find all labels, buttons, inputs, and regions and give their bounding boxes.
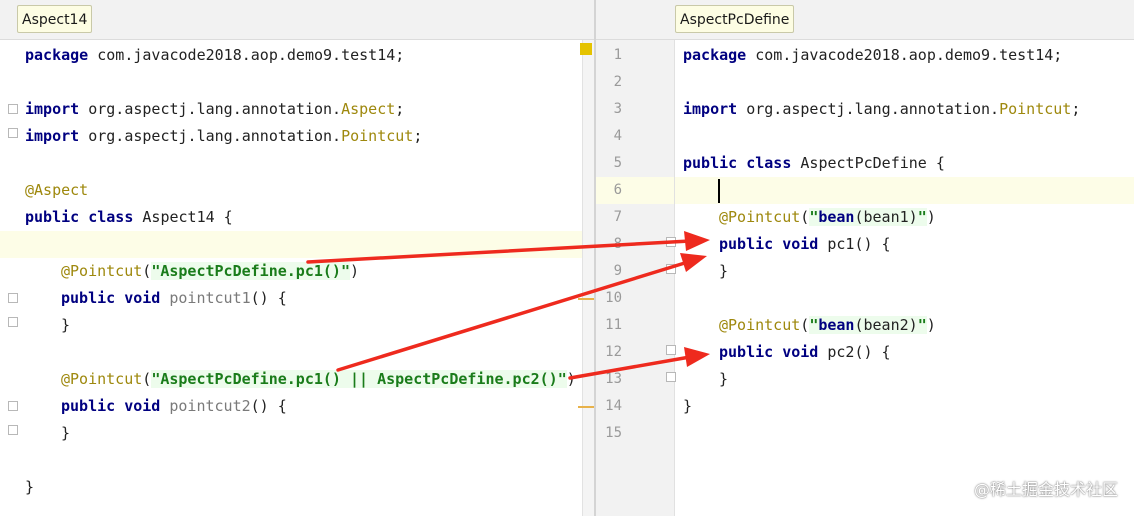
code-line: public void pointcut2() { (61, 397, 287, 415)
code-line: @Pointcut("AspectPcDefine.pc1() || Aspec… (61, 370, 576, 388)
code-line: public class AspectPcDefine { (683, 154, 945, 172)
code-line: } (61, 424, 71, 442)
code-line: } (61, 316, 71, 334)
code-line: public class Aspect14 { (25, 208, 233, 226)
code-line: @Pointcut("bean(bean2)") (719, 316, 936, 334)
right-code-editor[interactable]: 1 2 3 4 5 6 7 8 9 10 11 12 13 14 15 pack… (596, 40, 1134, 516)
current-line-highlight (675, 177, 1134, 204)
code-line: public void pc2() { (719, 343, 891, 361)
code-line: import org.aspectj.lang.annotation.Aspec… (25, 100, 405, 118)
code-line: import org.aspectj.lang.annotation.Point… (683, 100, 1081, 118)
code-line: @Pointcut("bean(bean1)") (719, 208, 936, 226)
code-line: @Aspect (25, 181, 89, 199)
code-line: import org.aspectj.lang.annotation.Point… (25, 127, 423, 145)
code-line: } (683, 397, 693, 415)
inspection-status-icon[interactable] (580, 43, 592, 55)
code-line: public void pc1() { (719, 235, 891, 253)
code-line: } (719, 370, 729, 388)
tab-aspect14[interactable]: Aspect14 (17, 5, 93, 33)
code-line: package com.javacode2018.aop.demo9.test1… (683, 46, 1063, 64)
current-line-highlight (0, 231, 582, 258)
left-code-editor[interactable]: package com.javacode2018.aop.demo9.test1… (0, 40, 596, 516)
code-line: public void pointcut1() { (61, 289, 287, 307)
right-editor-pane: AspectPcDefine 1 2 3 4 5 6 7 8 9 10 11 1… (596, 0, 1134, 516)
code-line: @Pointcut("AspectPcDefine.pc1()") (61, 262, 360, 280)
watermark: @稀土掘金技术社区 (973, 480, 1118, 499)
code-line: package com.javacode2018.aop.demo9.test1… (25, 46, 405, 64)
code-line: } (719, 262, 729, 280)
text-caret (718, 179, 720, 203)
code-line: } (25, 478, 35, 496)
tab-aspectpcdefine[interactable]: AspectPcDefine (675, 5, 795, 33)
left-tab-bar: Aspect14 (0, 0, 596, 40)
right-tab-bar: AspectPcDefine (596, 0, 1134, 40)
left-editor-pane: Aspect14 package com.javacode2018.aop.de… (0, 0, 596, 516)
